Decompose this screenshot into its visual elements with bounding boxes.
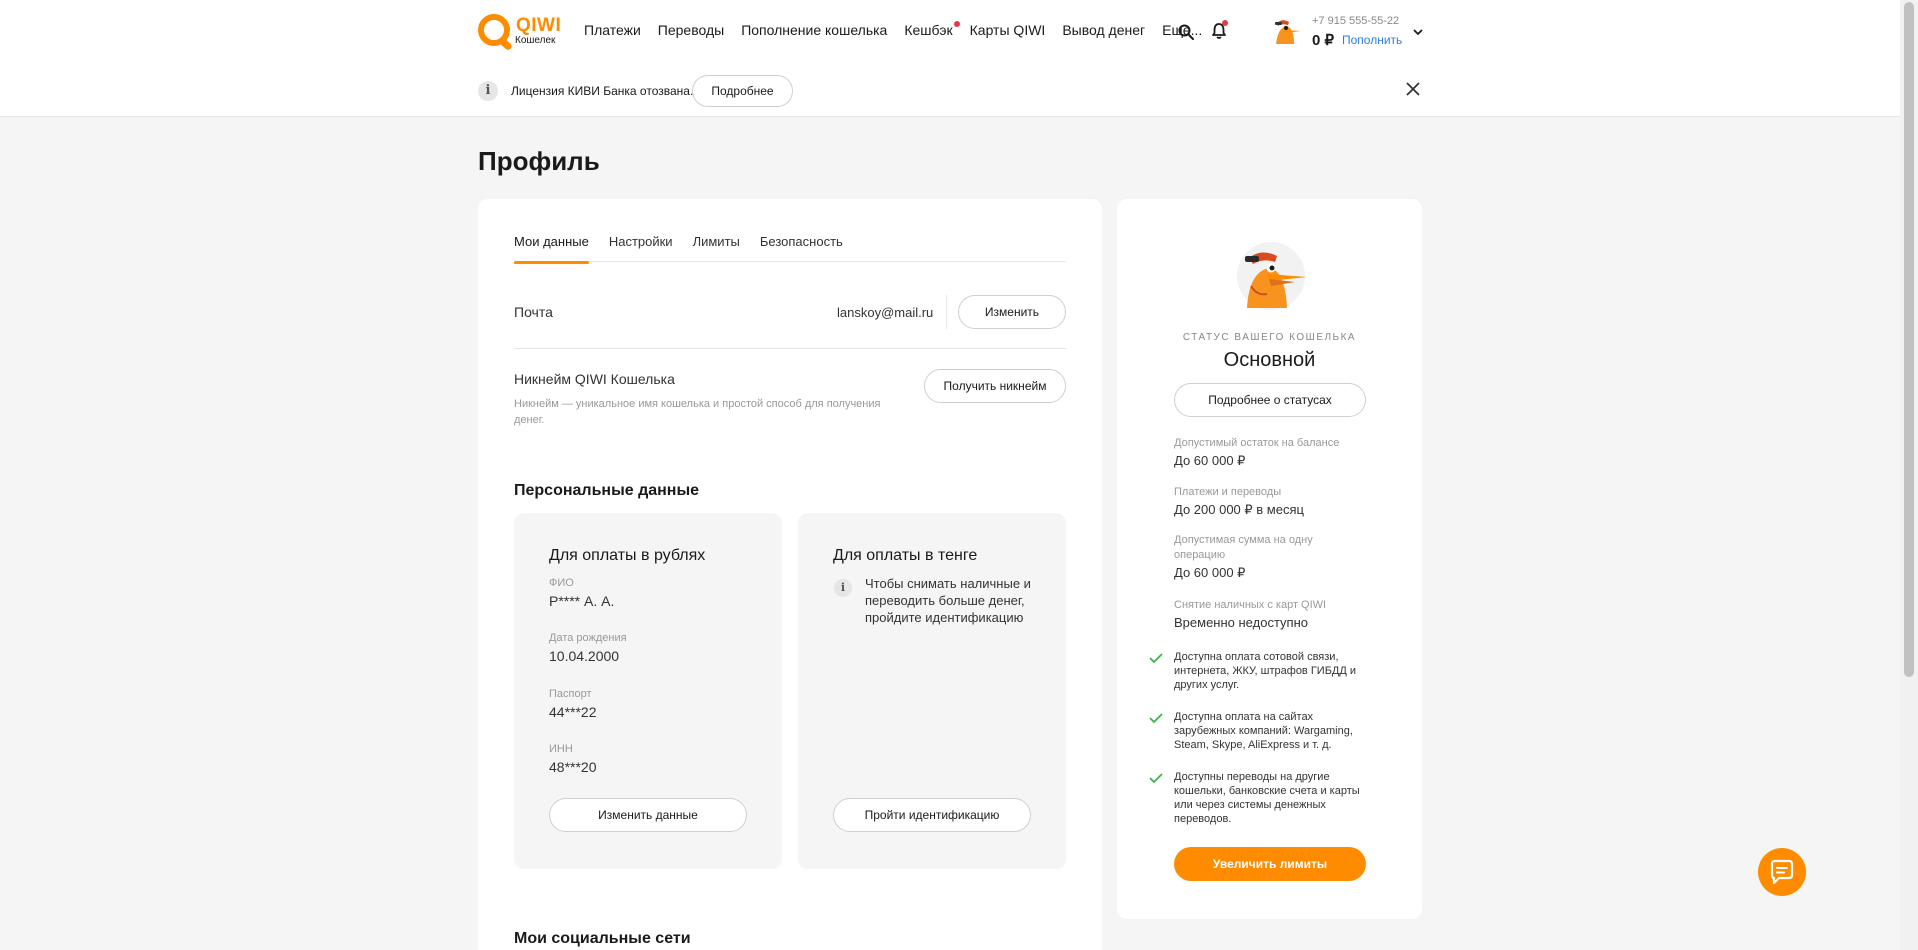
- status-name: Основной: [1223, 349, 1316, 371]
- close-icon[interactable]: [1404, 80, 1422, 98]
- check-icon: [1149, 653, 1163, 664]
- edit-data-button[interactable]: Изменить данные: [549, 798, 747, 832]
- nav-item-topup[interactable]: Пополнение кошелька: [741, 22, 887, 38]
- tab-settings[interactable]: Настройки: [609, 234, 673, 262]
- main-nav: Платежи Переводы Пополнение кошелька Кеш…: [584, 21, 1202, 38]
- feature-text: Доступна оплата сотовой связи, интернета…: [1174, 651, 1357, 691]
- nav-item-transfers[interactable]: Переводы: [658, 22, 724, 38]
- field-value-fio: Р**** А. А.: [549, 593, 615, 609]
- limit-label: Снятие наличных с карт QIWI: [1174, 599, 1327, 611]
- qiwi-logo-mark: [478, 14, 510, 46]
- field-label-birthdate: Дата рождения: [549, 632, 627, 644]
- info-icon: i: [834, 579, 852, 597]
- email-value: lanskoy@mail.ru: [837, 305, 934, 320]
- profile-tabs: Мои данные Настройки Лимиты Безопасность: [514, 234, 1066, 264]
- feature-text: Доступны переводы на другие кошельки, ба…: [1174, 771, 1360, 825]
- scrollbar-thumb[interactable]: [1904, 2, 1914, 677]
- nickname-label: Никнейм QIWI Кошелька: [514, 371, 675, 387]
- nav-item-label: Вывод денег: [1062, 22, 1146, 38]
- nav-item-label: Кешбэк: [904, 22, 953, 38]
- nav-item-label: Платежи: [584, 22, 641, 38]
- nav-item-payments[interactable]: Платежи: [584, 22, 641, 38]
- info-icon: i: [478, 81, 498, 101]
- limit-value: До 60 000 ₽: [1174, 565, 1246, 580]
- wallet-status-card: СТАТУС ВАШЕГО КОШЕЛЬКА Основной Подробне…: [1117, 199, 1422, 919]
- topup-link[interactable]: Пополнить: [1342, 33, 1402, 47]
- notification-dot: [953, 21, 960, 27]
- kzt-card-title: Для оплаты в тенге: [833, 547, 978, 564]
- nav-item-label: Пополнение кошелька: [741, 22, 888, 38]
- field-label-inn: ИНН: [549, 743, 573, 755]
- nickname-description: Никнейм — уникальное имя кошелька и прос…: [514, 398, 881, 426]
- mascot-avatar: [1237, 242, 1307, 310]
- notification-dot: [1222, 20, 1228, 26]
- chat-button[interactable]: [1758, 848, 1806, 896]
- notice-details-button[interactable]: Подробнее: [692, 75, 793, 107]
- tab-my-data[interactable]: Мои данные: [514, 234, 589, 264]
- phone-number: +7 915 555-55-22: [1312, 15, 1400, 27]
- nav-item-withdraw[interactable]: Вывод денег: [1062, 22, 1145, 38]
- logo-text: QIWI: [516, 15, 562, 36]
- page-title: Профиль: [478, 146, 600, 176]
- field-label-fio: ФИО: [549, 577, 574, 589]
- nav-item-cards[interactable]: Карты QIWI: [970, 22, 1046, 38]
- tab-security[interactable]: Безопасность: [760, 234, 843, 262]
- status-details-button[interactable]: Подробнее о статусах: [1174, 383, 1366, 417]
- email-label: Почта: [514, 304, 553, 320]
- change-email-button[interactable]: Изменить: [958, 295, 1066, 329]
- profile-card: Мои данные Настройки Лимиты Безопасность…: [478, 199, 1102, 950]
- rub-payment-card: Для оплаты в рублях ФИО Р**** А. А. Дата…: [514, 513, 782, 869]
- check-icon: [1149, 713, 1163, 724]
- increase-limits-button[interactable]: Увеличить лимиты: [1174, 847, 1366, 881]
- field-value-birthdate: 10.04.2000: [549, 648, 620, 664]
- notice-text: Лицензия КИВИ Банка отозвана.: [511, 84, 694, 98]
- top-header: QIWI Кошелек Платежи Переводы Пополнение…: [0, 0, 1900, 117]
- personal-data-title: Персональные данные: [514, 482, 700, 499]
- social-networks-title: Мои социальные сети: [514, 930, 691, 947]
- nav-item-cashback[interactable]: Кешбэк: [904, 21, 960, 38]
- status-caption: СТАТУС ВАШЕГО КОШЕЛЬКА: [1182, 332, 1357, 343]
- field-value-inn: 48***20: [549, 759, 597, 775]
- limit-value: До 200 000 ₽ в месяц: [1174, 502, 1304, 517]
- limit-label: Платежи и переводы: [1174, 486, 1282, 498]
- feature-text: Доступна оплата на сайтах зарубежных ком…: [1174, 711, 1353, 751]
- limit-value: До 60 000 ₽: [1174, 453, 1246, 468]
- divider: [514, 348, 1066, 349]
- chat-bubble-icon: [1770, 859, 1794, 885]
- nav-item-label: Карты QIWI: [969, 22, 1046, 38]
- limit-value: Временно недоступно: [1174, 615, 1308, 630]
- field-label-passport: Паспорт: [549, 688, 592, 700]
- identification-hint: Чтобы снимать наличные и переводить боль…: [865, 576, 1031, 625]
- rub-card-title: Для оплаты в рублях: [549, 547, 706, 564]
- divider: [946, 295, 947, 329]
- identification-button[interactable]: Пройти идентификацию: [833, 798, 1031, 832]
- field-value-passport: 44***22: [549, 704, 597, 720]
- tab-limits[interactable]: Лимиты: [693, 234, 740, 262]
- logo-subtitle: Кошелек: [515, 35, 556, 46]
- chevron-down-icon[interactable]: [1412, 26, 1424, 38]
- kzt-payment-card: Для оплаты в тенге i Чтобы снимать налич…: [798, 513, 1066, 869]
- get-nickname-button[interactable]: Получить никнейм: [924, 369, 1066, 403]
- avatar[interactable]: [1268, 14, 1302, 48]
- nav-item-label: Переводы: [657, 22, 725, 38]
- qiwi-logo[interactable]: QIWI Кошелек: [478, 14, 562, 50]
- search-icon[interactable]: [1178, 24, 1194, 40]
- limit-label: Допустимая сумма на одну операцию: [1174, 534, 1313, 561]
- wallet-balance: 0 ₽: [1312, 32, 1335, 49]
- limit-label: Допустимый остаток на балансе: [1174, 437, 1340, 449]
- check-icon: [1149, 773, 1163, 784]
